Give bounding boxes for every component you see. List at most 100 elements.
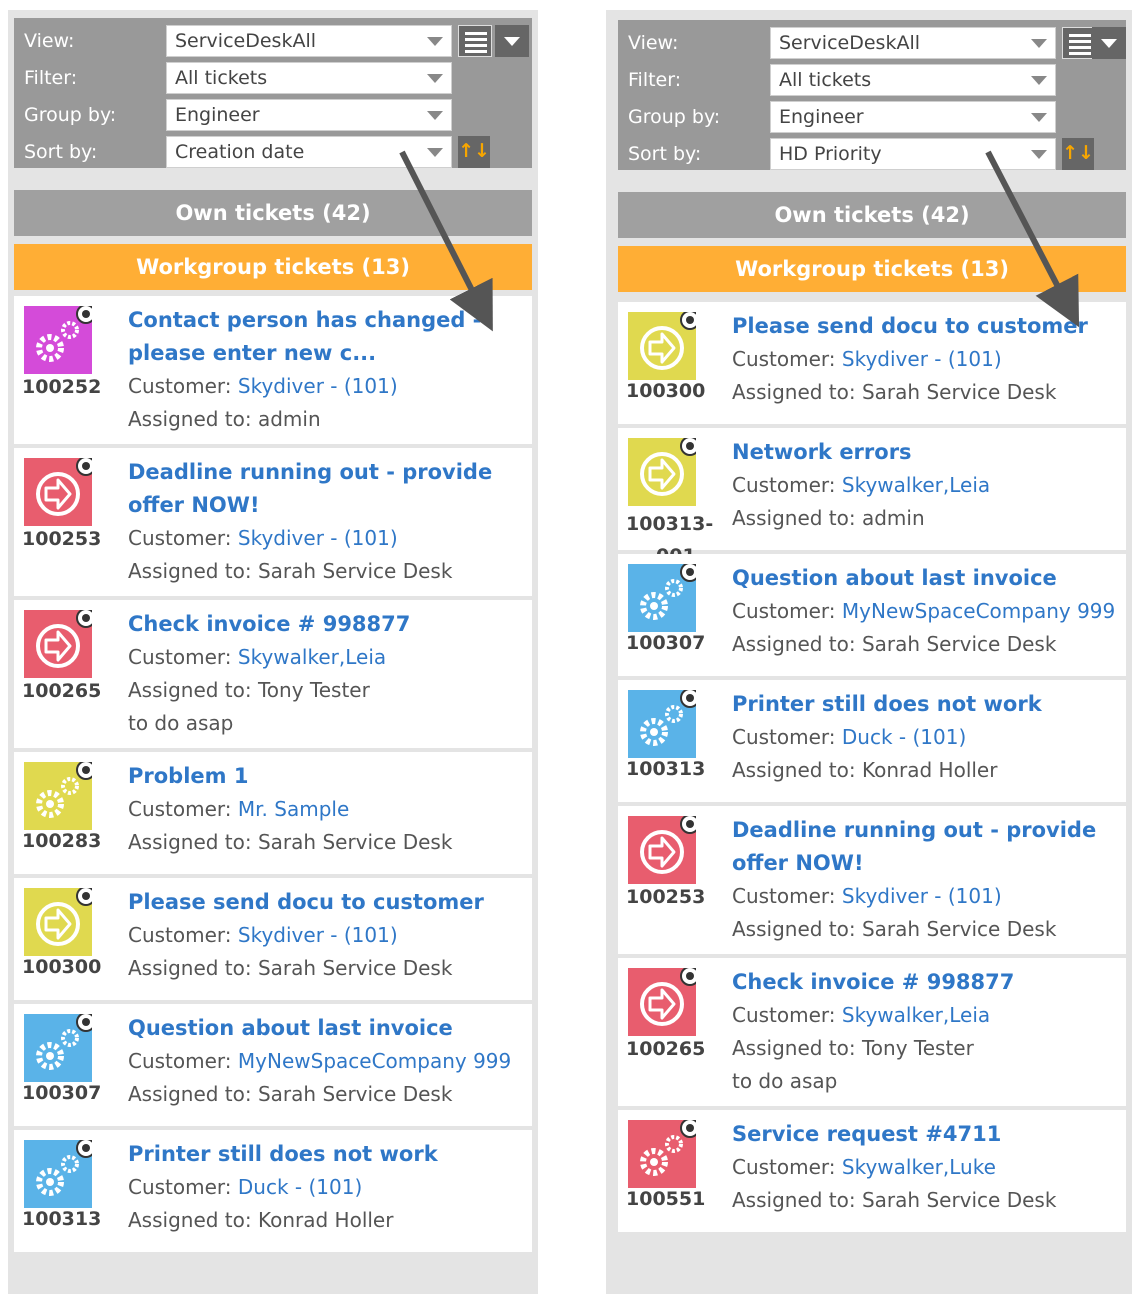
view-row: View: ServiceDeskAll <box>14 22 532 59</box>
chevron-down-icon <box>1031 39 1047 48</box>
ticket-title[interactable]: Deadline running out - provide offer NOW… <box>128 456 528 522</box>
customer-link[interactable]: MyNewSpaceCompany 999 <box>238 1049 511 1073</box>
customer-label: Customer: <box>128 1175 232 1199</box>
customer-link[interactable]: Skydiver - (101) <box>238 923 398 947</box>
customer-link[interactable]: Duck - (101) <box>238 1175 362 1199</box>
customer-label: Customer: <box>128 526 232 550</box>
ticket-title[interactable]: Check invoice # 998877 <box>128 608 528 641</box>
chevron-down-icon <box>427 148 443 157</box>
workgroup-tickets-tab[interactable]: Workgroup tickets (13) <box>618 246 1126 292</box>
groupby-label: Group by: <box>628 106 721 128</box>
customer-link[interactable]: Skydiver - (101) <box>238 526 398 550</box>
ticket-title[interactable]: Network errors <box>732 436 1122 469</box>
ticket-number: 100313 <box>22 1208 102 1230</box>
customer-link[interactable]: Mr. Sample <box>238 797 349 821</box>
sort-direction-icon[interactable]: ↑↓ <box>458 136 490 168</box>
customer-line: Customer: Duck - (101) <box>732 721 1122 754</box>
workgroup-tickets-tab[interactable]: Workgroup tickets (13) <box>14 244 532 290</box>
ticket-title[interactable]: Please send docu to customer <box>732 310 1122 343</box>
ticket-row[interactable]: 100313 Printer still does not work Custome… <box>14 1130 532 1252</box>
grid-view-icon[interactable] <box>458 25 492 57</box>
ticket-row[interactable]: 100551 Service request #4711 Customer: Sky… <box>618 1110 1126 1232</box>
assigned-to: Assigned to: Sarah Service Desk <box>128 956 453 980</box>
filter-box: View: ServiceDeskAll Filter: All tickets… <box>14 18 532 168</box>
view-menu-button[interactable] <box>1092 27 1126 59</box>
customer-label: Customer: <box>128 923 232 947</box>
customer-label: Customer: <box>732 725 836 749</box>
ticket-number: 100252 <box>22 376 102 398</box>
groupby-select[interactable]: Engineer <box>770 101 1056 133</box>
ticket-row[interactable]: 100307 Question about last invoice Custome… <box>14 1004 532 1126</box>
ticket-title[interactable]: Check invoice # 998877 <box>732 966 1122 999</box>
customer-link[interactable]: Skydiver - (101) <box>842 884 1002 908</box>
groupby-row: Group by: Engineer <box>14 96 532 133</box>
customer-link[interactable]: Skydiver - (101) <box>238 374 398 398</box>
own-tickets-tab[interactable]: Own tickets (42) <box>14 190 532 236</box>
customer-link[interactable]: Skywalker,Leia <box>238 645 386 669</box>
groupby-select[interactable]: Engineer <box>166 99 452 131</box>
assigned-to: Assigned to: Sarah Service Desk <box>732 380 1057 404</box>
ticket-title[interactable]: Printer still does not work <box>128 1138 528 1171</box>
customer-label: Customer: <box>128 374 232 398</box>
ticket-number: 100300 <box>22 956 102 978</box>
ticket-row[interactable]: 100253 Deadline running out - provide off… <box>618 806 1126 954</box>
customer-label: Customer: <box>732 347 836 371</box>
customer-line: Customer: MyNewSpaceCompany 999 <box>128 1045 528 1078</box>
ticket-row[interactable]: 100252 Contact person has changed - pleas… <box>14 296 532 444</box>
sortby-select[interactable]: HD Priority <box>770 138 1056 170</box>
ticket-row[interactable]: 100265 Check invoice # 998877 Customer: Sk… <box>14 600 532 748</box>
ticket-row[interactable]: 100265 Check invoice # 998877 Customer: Sk… <box>618 958 1126 1106</box>
ticket-row[interactable]: 100313-001Network errorsCustomer: Skywal… <box>618 428 1126 567</box>
red-gear-icon <box>628 1120 696 1188</box>
blue-gear-icon <box>628 690 696 758</box>
ticket-row[interactable]: 100283 Problem 1 Customer: Mr. Sample Assig… <box>14 752 532 874</box>
customer-line: Customer: Duck - (101) <box>128 1171 528 1204</box>
customer-link[interactable]: MyNewSpaceCompany 999 <box>842 599 1115 623</box>
view-select[interactable]: ServiceDeskAll <box>770 27 1056 59</box>
customer-link[interactable]: Skywalker,Leia <box>842 473 990 497</box>
view-menu-button[interactable] <box>495 25 529 57</box>
sort-direction-icon[interactable]: ↑↓ <box>1062 138 1094 170</box>
customer-line: Customer: Skydiver - (101) <box>128 522 528 555</box>
customer-label: Customer: <box>128 1049 232 1073</box>
groupby-value: Engineer <box>175 104 260 126</box>
ticket-title[interactable]: Problem 1 <box>128 760 528 793</box>
ticket-row[interactable]: 100313 Printer still does not work Custome… <box>618 680 1126 802</box>
sortby-select[interactable]: Creation date <box>166 136 452 168</box>
ticket-number: 100307 <box>626 632 706 654</box>
view-select[interactable]: ServiceDeskAll <box>166 25 452 57</box>
sortby-value: HD Priority <box>779 143 882 165</box>
ticket-title[interactable]: Please send docu to customer <box>128 886 528 919</box>
ticket-row[interactable]: 100300 Please send docu to customer Custom… <box>618 302 1126 424</box>
customer-link[interactable]: Skydiver - (101) <box>842 347 1002 371</box>
customer-link[interactable]: Skywalker,Leia <box>842 1003 990 1027</box>
ticket-title[interactable]: Question about last invoice <box>128 1012 528 1045</box>
yellow-arrow-icon <box>24 888 92 956</box>
ticket-title[interactable]: Question about last invoice <box>732 562 1122 595</box>
filter-select[interactable]: All tickets <box>166 62 452 94</box>
customer-line: Customer: Skywalker,Leia <box>732 999 1122 1032</box>
assigned-to: Assigned to: Sarah Service Desk <box>732 917 1057 941</box>
ticket-number: 100265 <box>626 1038 706 1060</box>
customer-link[interactable]: Duck - (101) <box>842 725 966 749</box>
customer-link[interactable]: Skywalker,Luke <box>842 1155 996 1179</box>
red-arrow-icon <box>24 610 92 678</box>
ticket-title[interactable]: Service request #4711 <box>732 1118 1122 1151</box>
customer-line: Customer: Skywalker,Leia <box>732 469 1122 502</box>
own-tickets-tab[interactable]: Own tickets (42) <box>618 192 1126 238</box>
assigned-to: Assigned to: Konrad Holler <box>732 758 998 782</box>
ticket-title[interactable]: Deadline running out - provide offer NOW… <box>732 814 1122 880</box>
filter-select[interactable]: All tickets <box>770 64 1056 96</box>
yellow-gear-icon <box>24 762 92 830</box>
ticket-note: to do asap <box>732 1069 838 1093</box>
assigned-to: Assigned to: Tony Tester <box>732 1036 974 1060</box>
ticket-title[interactable]: Printer still does not work <box>732 688 1122 721</box>
ticket-row[interactable]: 100300 Please send docu to customer Custom… <box>14 878 532 1000</box>
ticket-row[interactable]: 100253 Deadline running out - provide off… <box>14 448 532 596</box>
grid-view-icon[interactable] <box>1062 27 1096 59</box>
ticket-row[interactable]: 100307 Question about last invoice Custome… <box>618 554 1126 676</box>
blue-gear-icon <box>24 1140 92 1208</box>
ticket-title[interactable]: Contact person has changed - please ente… <box>128 304 528 370</box>
ticket-note: to do asap <box>128 711 234 735</box>
chevron-down-icon <box>1101 39 1117 48</box>
